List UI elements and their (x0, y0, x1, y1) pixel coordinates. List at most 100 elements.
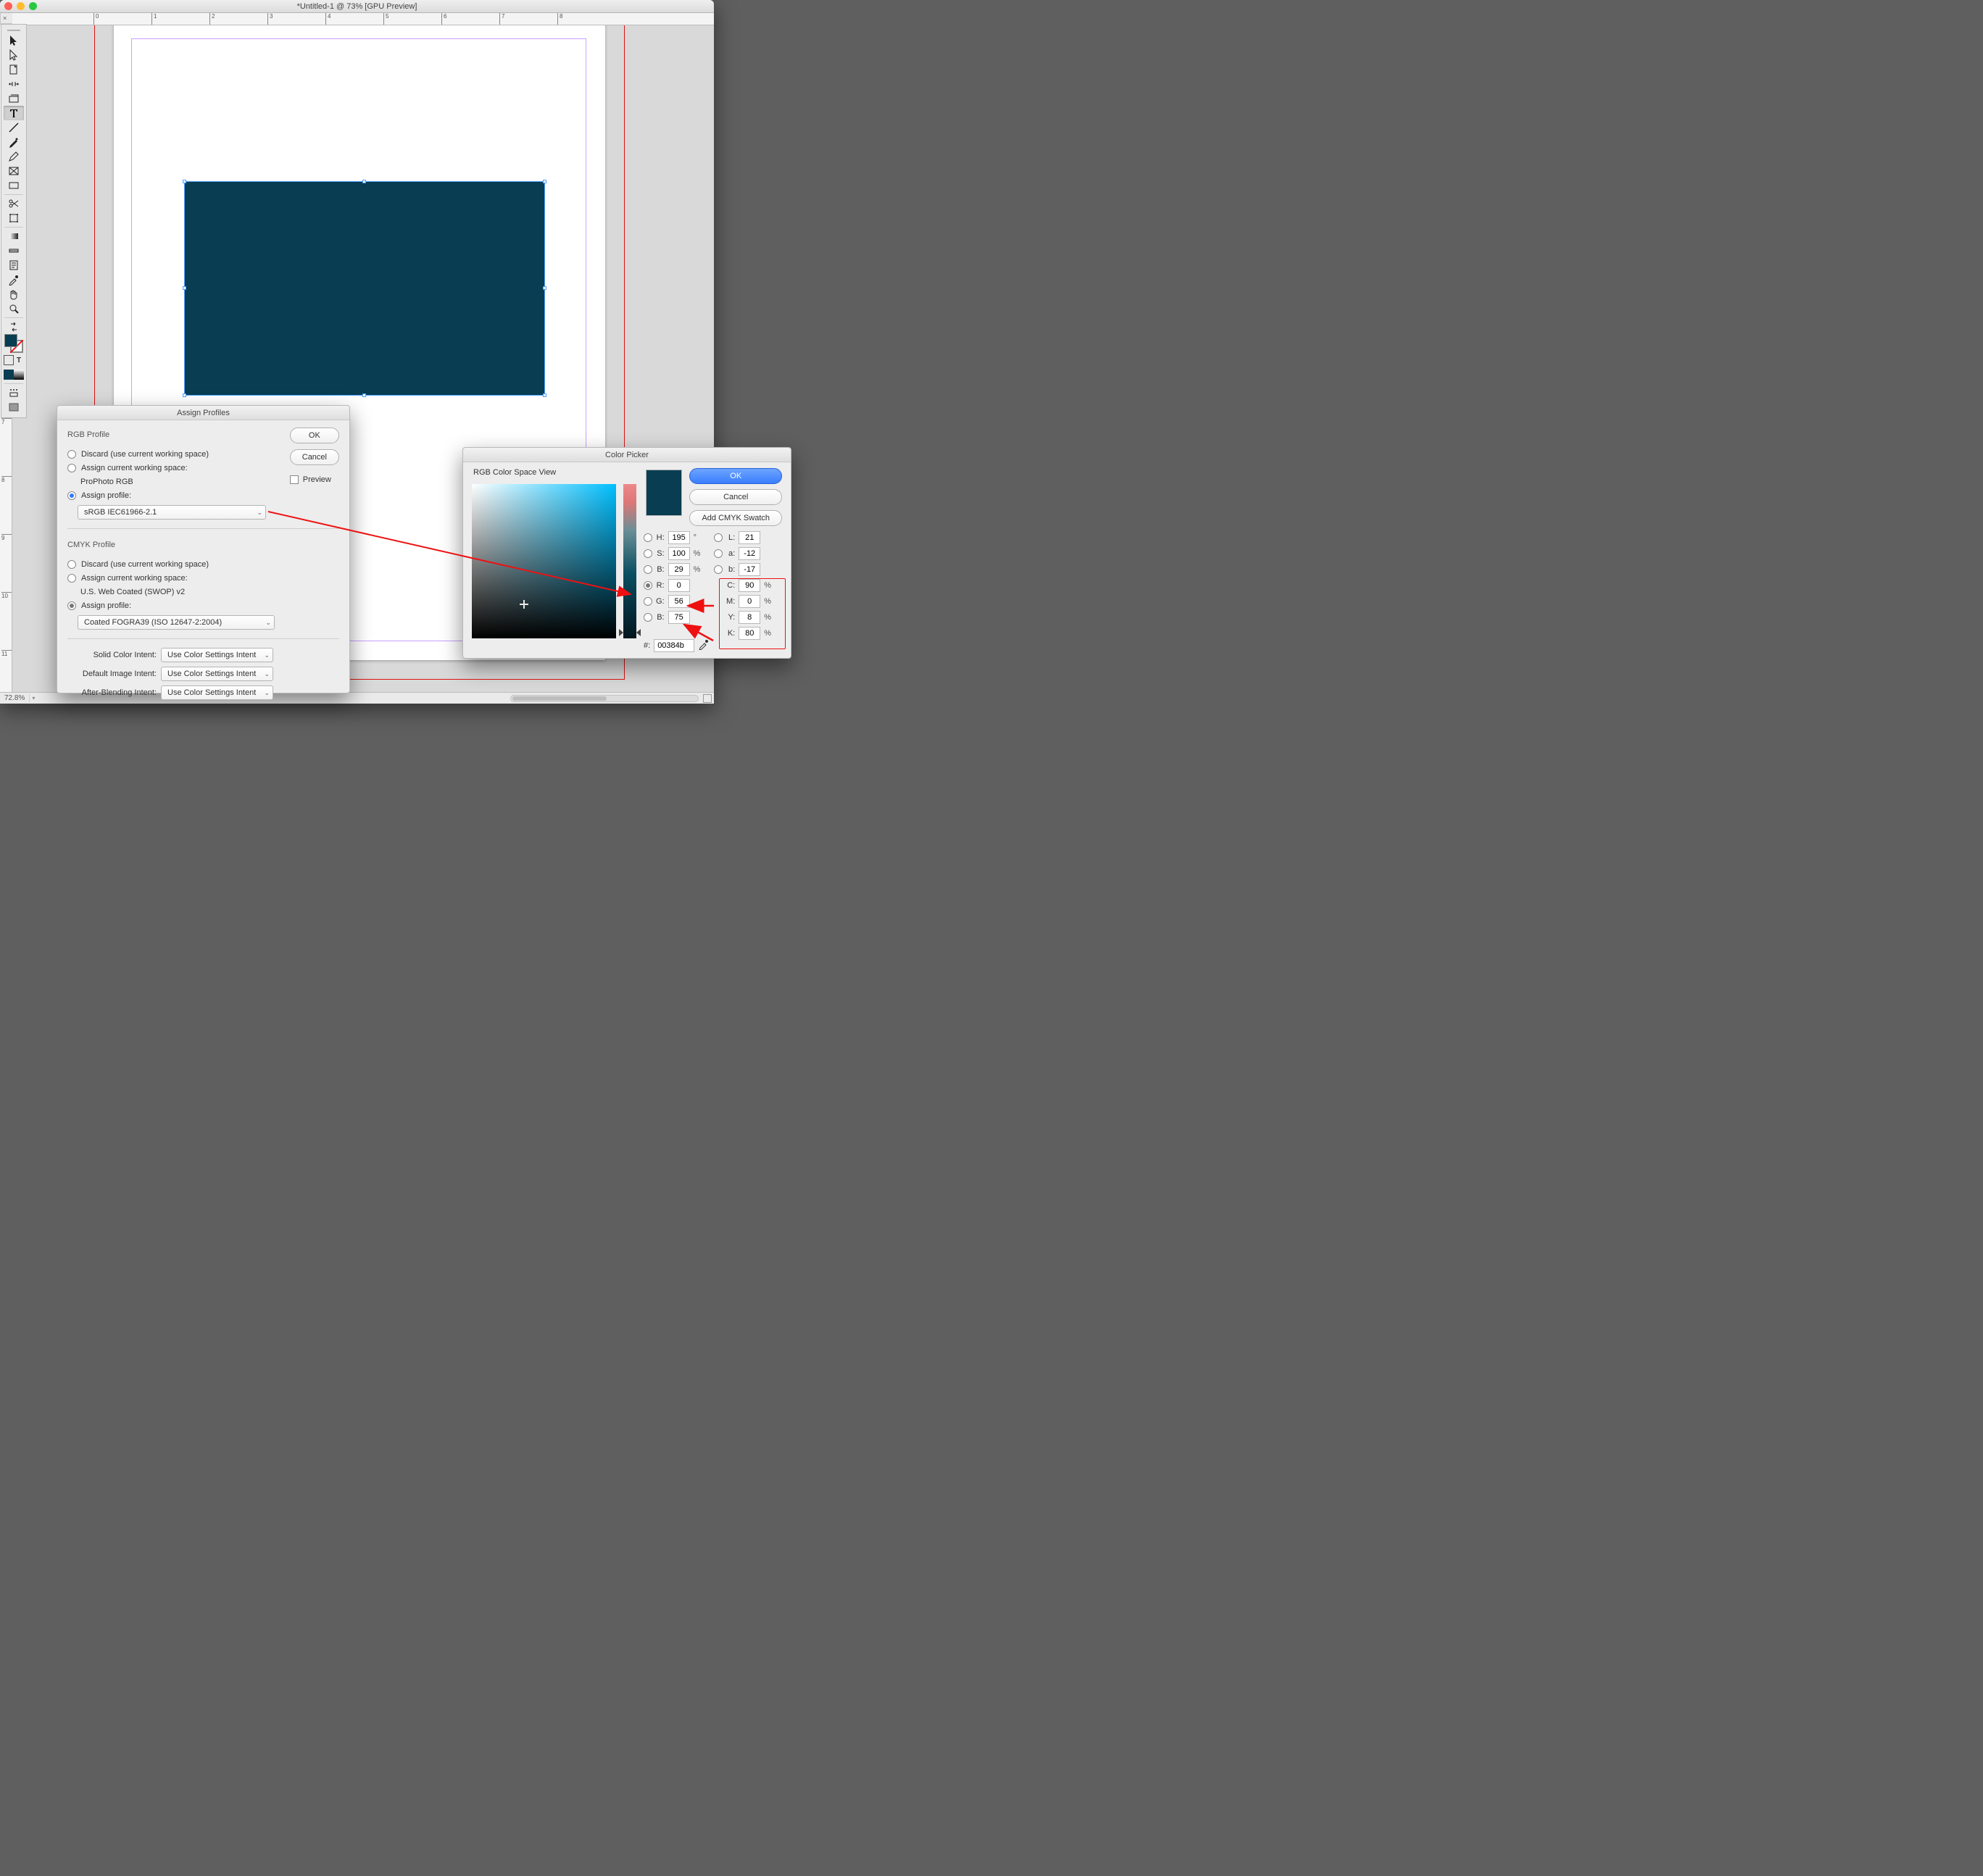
screen-mode-button[interactable] (4, 400, 24, 414)
cancel-button[interactable]: Cancel (689, 489, 782, 505)
resize-handle[interactable] (183, 393, 186, 397)
add-swatch-button[interactable]: Add CMYK Swatch (689, 510, 782, 526)
color-field[interactable] (472, 484, 616, 638)
k-field[interactable] (739, 627, 760, 640)
cmyk-discard-radio[interactable]: Discard (use current working space) (67, 560, 270, 569)
assign-profiles-dialog[interactable]: Assign Profiles OK Cancel Preview RGB Pr… (57, 405, 350, 693)
rgb-assign-ws-radio[interactable]: Assign current working space: (67, 464, 270, 472)
screen-mode-button[interactable] (703, 694, 712, 703)
horizontal-scrollbar[interactable] (510, 695, 699, 702)
line-tool[interactable] (4, 120, 24, 135)
h-field[interactable] (668, 531, 690, 544)
zoom-level[interactable]: 72.8% (0, 694, 30, 702)
ok-button[interactable]: OK (290, 428, 339, 443)
cancel-button[interactable]: Cancel (290, 449, 339, 465)
rectangle-tool[interactable] (4, 178, 24, 193)
preview-checkbox-row[interactable]: Preview (290, 475, 339, 484)
a-field[interactable] (739, 547, 760, 560)
pen-tool[interactable] (4, 135, 24, 149)
resize-handle[interactable] (362, 393, 366, 397)
resize-handle[interactable] (543, 393, 546, 397)
rectangle-frame-tool[interactable] (4, 164, 24, 178)
color-field-marker[interactable] (520, 600, 528, 609)
rgb-assign-profile-radio[interactable]: Assign profile: (67, 491, 270, 500)
type-tool[interactable] (4, 106, 24, 120)
r-radio[interactable] (644, 581, 652, 590)
view-options-button[interactable] (4, 385, 24, 400)
cmyk-profile-select[interactable]: Coated FOGRA39 (ISO 12647-2:2004)⌄ (78, 615, 275, 630)
dialog-title[interactable]: Assign Profiles (57, 406, 349, 420)
bv-field[interactable] (668, 611, 690, 624)
gradient-swatch-tool[interactable] (4, 229, 24, 243)
hue-slider-handle[interactable] (619, 629, 623, 636)
rgb-discard-radio[interactable]: Discard (use current working space) (67, 450, 270, 459)
r-field[interactable] (668, 579, 690, 592)
free-transform-tool[interactable] (4, 211, 24, 225)
lab-b-radio[interactable] (714, 565, 723, 574)
horizontal-ruler[interactable]: 0 1 2 3 4 5 6 7 8 (12, 13, 714, 25)
text-format-button[interactable]: T (14, 355, 24, 365)
b-radio[interactable] (644, 565, 652, 574)
content-collector-tool[interactable] (4, 91, 24, 106)
panel-grip[interactable] (1, 28, 26, 33)
gap-tool[interactable] (4, 77, 24, 91)
s-field[interactable] (668, 547, 690, 560)
solid-intent-select[interactable]: Use Color Settings Intent⌄ (161, 648, 273, 662)
fill-swatch[interactable] (4, 334, 17, 347)
b-field[interactable] (668, 563, 690, 576)
after-intent-select[interactable]: Use Color Settings Intent⌄ (161, 685, 273, 700)
a-radio[interactable] (714, 549, 723, 558)
preview-label: Preview (303, 475, 331, 484)
ok-button[interactable]: OK (689, 468, 782, 484)
preview-checkbox[interactable] (290, 475, 299, 484)
scissors-tool[interactable] (4, 196, 24, 211)
fill-stroke-swatch[interactable] (4, 334, 23, 353)
s-radio[interactable] (644, 549, 652, 558)
resize-handle[interactable] (543, 286, 546, 290)
cmyk-assign-profile-radio[interactable]: Assign profile: (67, 601, 270, 610)
zoom-menu-icon[interactable]: ▾ (30, 695, 35, 701)
m-field[interactable] (739, 595, 760, 608)
l-field[interactable] (739, 531, 760, 544)
lab-b-field[interactable] (739, 563, 760, 576)
bv-radio[interactable] (644, 613, 652, 622)
selection-tool[interactable] (4, 33, 24, 48)
eyedropper-tool[interactable] (4, 272, 24, 287)
y-field[interactable] (739, 611, 760, 624)
pencil-tool[interactable] (4, 149, 24, 164)
resize-handle[interactable] (183, 180, 186, 183)
cmyk-heading: CMYK Profile (67, 541, 270, 549)
hue-slider-handle[interactable] (636, 629, 641, 636)
default-intent-select[interactable]: Use Color Settings Intent⌄ (161, 667, 273, 681)
resize-handle[interactable] (543, 180, 546, 183)
hue-slider[interactable] (623, 484, 636, 638)
page-tool[interactable] (4, 62, 24, 77)
l-radio[interactable] (714, 533, 723, 542)
container-format-button[interactable] (4, 355, 14, 365)
window-titlebar[interactable]: *Untitled-1 @ 73% [GPU Preview] (0, 0, 714, 13)
note-tool[interactable] (4, 258, 24, 272)
dialog-title[interactable]: Color Picker (463, 448, 791, 462)
swap-fill-stroke-icon[interactable] (4, 320, 24, 334)
scrollbar-thumb[interactable] (512, 696, 607, 701)
hand-tool[interactable] (4, 287, 24, 301)
g-field[interactable] (668, 595, 690, 608)
color-picker-dialog[interactable]: Color Picker RGB Color Space View OK Can… (462, 447, 791, 659)
h-radio[interactable] (644, 533, 652, 542)
selection-bounds[interactable] (184, 181, 545, 396)
resize-handle[interactable] (362, 180, 366, 183)
gradient-feather-tool[interactable] (4, 243, 24, 258)
close-tab-icon[interactable]: × (3, 14, 7, 22)
zoom-tool[interactable] (4, 301, 24, 316)
g-radio[interactable] (644, 597, 652, 606)
cmyk-assign-ws-radio[interactable]: Assign current working space: (67, 574, 270, 583)
apply-color-button[interactable] (4, 370, 14, 380)
c-field[interactable] (739, 579, 760, 592)
resize-handle[interactable] (183, 286, 186, 290)
rgb-profile-select[interactable]: sRGB IEC61966-2.1⌄ (78, 505, 266, 520)
tools-panel[interactable]: T (1, 24, 27, 418)
apply-gradient-button[interactable] (14, 370, 24, 380)
hex-field[interactable] (654, 639, 694, 652)
direct-selection-tool[interactable] (4, 48, 24, 62)
eyedropper-icon[interactable] (698, 638, 710, 652)
